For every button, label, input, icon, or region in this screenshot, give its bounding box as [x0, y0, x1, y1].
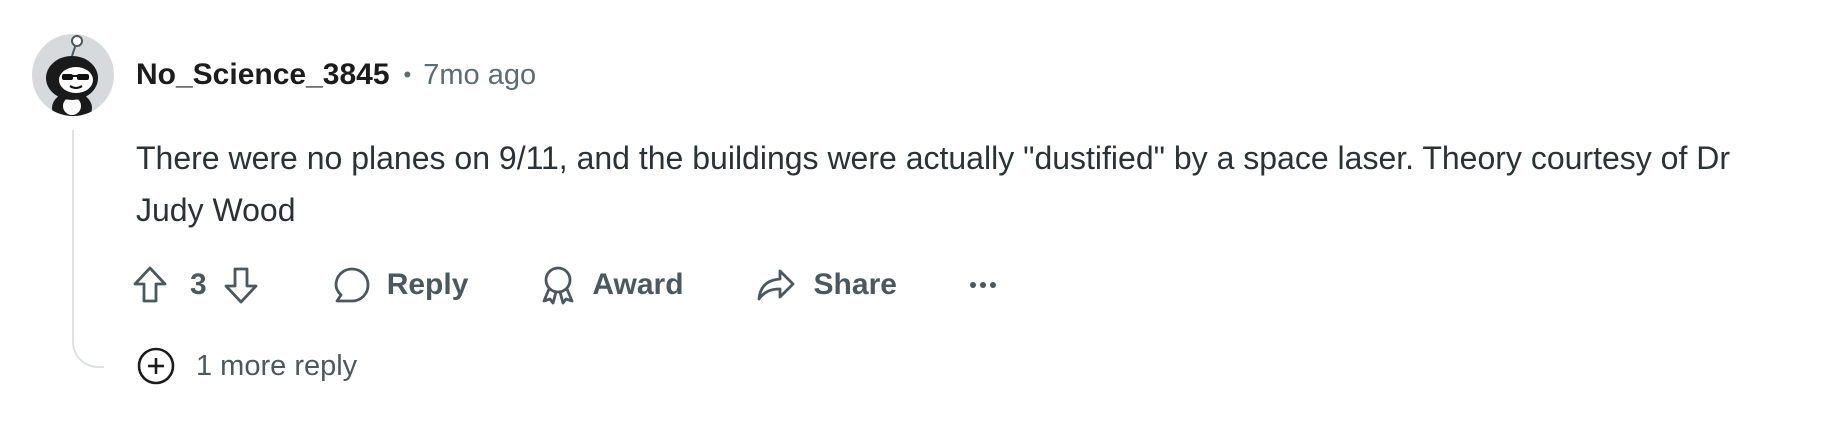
- vote-count: 3: [190, 268, 207, 301]
- comment: No_Science_3845 • 7mo ago There were no …: [0, 0, 1834, 432]
- award-icon: [542, 266, 574, 305]
- reply-button[interactable]: Reply: [333, 266, 469, 304]
- thread-line[interactable]: [72, 130, 104, 368]
- award-label: Award: [592, 268, 684, 301]
- upvote-button[interactable]: [132, 265, 168, 305]
- timestamp[interactable]: 7mo ago: [423, 59, 536, 92]
- downvote-button[interactable]: [223, 265, 259, 305]
- share-arrow-icon: [757, 269, 794, 301]
- plus-circle-icon: [137, 347, 175, 385]
- action-bar: 3 Reply Award Share: [132, 258, 997, 312]
- comment-body: There were no planes on 9/11, and the bu…: [136, 140, 1730, 228]
- avatar[interactable]: [32, 34, 114, 116]
- share-label: Share: [813, 268, 897, 301]
- reply-label: Reply: [386, 268, 469, 301]
- more-options-button[interactable]: [969, 280, 997, 290]
- meta-separator: •: [403, 62, 412, 87]
- more-replies-button[interactable]: 1 more reply: [136, 344, 357, 388]
- more-replies-label: 1 more reply: [196, 349, 358, 382]
- comment-header: No_Science_3845 • 7mo ago: [136, 54, 536, 96]
- ellipsis-icon: [969, 282, 996, 288]
- comment-bubble-icon: [334, 267, 370, 303]
- username[interactable]: No_Science_3845: [136, 58, 390, 92]
- award-button[interactable]: Award: [540, 265, 684, 305]
- share-button[interactable]: Share: [756, 267, 897, 303]
- downvote-arrow-icon: [224, 267, 258, 304]
- upvote-arrow-icon: [133, 266, 167, 303]
- snoo-avatar-icon: [32, 34, 114, 116]
